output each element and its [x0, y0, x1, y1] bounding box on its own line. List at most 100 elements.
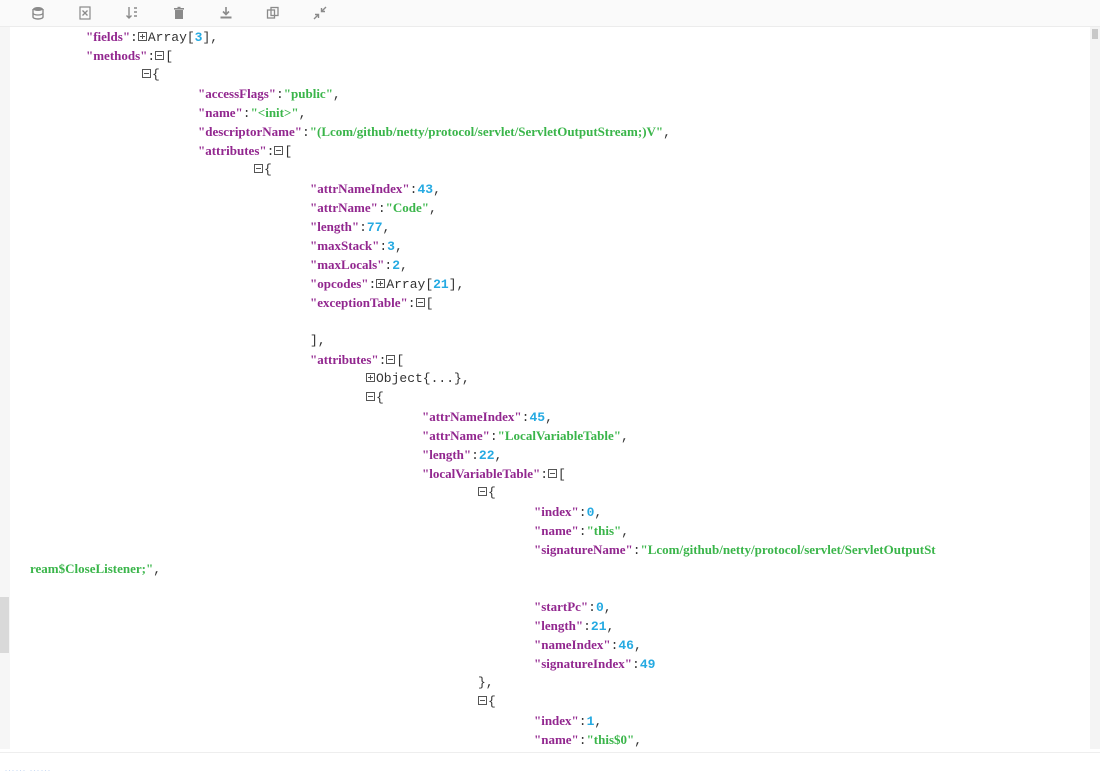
- json-punctuation: :: [578, 714, 587, 729]
- download-icon[interactable]: [217, 4, 235, 22]
- json-punctuation: ,: [603, 600, 612, 615]
- collapse-node-icon[interactable]: [274, 146, 284, 156]
- json-key: "exceptionTable": [310, 295, 408, 310]
- collapse-node-icon[interactable]: [478, 487, 487, 497]
- json-line: "maxLocals":2,: [310, 255, 408, 274]
- collapse-node-icon[interactable]: [142, 69, 151, 79]
- json-punctuation: [: [396, 353, 405, 368]
- expand-icon[interactable]: [366, 373, 375, 383]
- json-number-value: 0: [595, 600, 604, 615]
- json-line: "index":0,: [534, 502, 602, 521]
- toolbar: [0, 0, 1100, 27]
- json-punctuation: Object{...},: [376, 371, 470, 386]
- json-key: "nameIndex": [534, 637, 611, 652]
- json-key: "index": [534, 713, 579, 728]
- json-key: "fields": [86, 29, 131, 44]
- json-line: Object{...},: [366, 369, 470, 388]
- json-punctuation: ],: [310, 333, 326, 348]
- json-punctuation: :: [301, 125, 310, 140]
- json-key: "descriptorName": [198, 124, 302, 139]
- json-number-value: 2: [392, 258, 401, 273]
- excel-icon[interactable]: [76, 4, 94, 22]
- json-punctuation: :: [471, 448, 479, 463]
- json-key: "attrName": [422, 428, 490, 443]
- json-line: {: [366, 388, 384, 407]
- json-punctuation: {: [488, 694, 496, 709]
- scrollbar-thumb[interactable]: [1092, 29, 1098, 39]
- json-number-value: 3: [387, 239, 395, 254]
- collapse-node-icon[interactable]: [254, 164, 263, 174]
- json-punctuation: ,: [433, 182, 441, 197]
- json-line: "signatureIndex":49: [534, 654, 655, 673]
- json-line: "name":"<init>",: [198, 103, 306, 122]
- left-gutter: [0, 27, 10, 749]
- json-punctuation: ,: [606, 619, 615, 634]
- collapse-node-icon[interactable]: [386, 355, 396, 365]
- json-line: "length":22,: [422, 445, 502, 464]
- json-punctuation: ,: [298, 106, 307, 121]
- json-line: "methods": [: [86, 46, 173, 65]
- json-punctuation: ,: [394, 239, 403, 254]
- json-line: "startPc":0,: [534, 597, 612, 616]
- json-punctuation: :: [632, 543, 641, 558]
- json-punctuation: [: [425, 296, 434, 311]
- json-line: "descriptorName":"(Lcom/github/netty/pro…: [198, 122, 671, 141]
- json-key: "name": [198, 105, 243, 120]
- json-key: "startPc": [534, 599, 589, 614]
- json-punctuation: ,: [545, 410, 553, 425]
- json-punctuation: [: [558, 467, 566, 482]
- json-key: "length": [310, 219, 360, 234]
- json-punctuation: :: [489, 429, 498, 444]
- json-number-value: 49: [639, 657, 656, 672]
- json-punctuation: ,: [153, 562, 162, 577]
- expand-icon[interactable]: [137, 32, 147, 42]
- sort-icon[interactable]: [123, 4, 141, 22]
- status-bar: …… ……: [0, 752, 1100, 771]
- json-string-value: "(Lcom/github/netty/protocol/servlet/Ser…: [309, 124, 664, 139]
- trash-icon[interactable]: [170, 4, 188, 22]
- json-line: ream$CloseListener;",: [30, 559, 161, 578]
- json-punctuation: Array[: [147, 30, 195, 45]
- json-key: "localVariableTable": [422, 466, 541, 481]
- json-number-value: 77: [366, 220, 383, 235]
- database-icon[interactable]: [29, 4, 47, 22]
- json-line: {: [478, 483, 496, 502]
- json-string-value: "Code": [385, 200, 429, 215]
- json-string-value: "Lcom/github/netty/protocol/servlet/Serv…: [640, 542, 936, 557]
- collapse-node-icon[interactable]: [478, 696, 487, 706]
- json-punctuation: Array[: [386, 277, 434, 292]
- copy-icon[interactable]: [264, 4, 282, 22]
- collapse-node-icon[interactable]: [366, 392, 375, 402]
- json-punctuation: ,: [382, 220, 391, 235]
- json-number-value: 46: [618, 638, 634, 653]
- json-string-value: "LocalVariableTable": [497, 428, 621, 443]
- json-key: "attrNameIndex": [310, 181, 410, 196]
- collapse-node-icon[interactable]: [548, 469, 558, 479]
- json-line: "localVariableTable": [: [422, 464, 566, 483]
- json-number-value: 21: [590, 619, 607, 634]
- json-punctuation: {: [488, 485, 496, 500]
- gutter-scroll-thumb[interactable]: [0, 597, 9, 653]
- json-punctuation: },: [478, 675, 494, 690]
- vertical-scrollbar[interactable]: [1090, 27, 1100, 749]
- collapse-icon[interactable]: [311, 4, 329, 22]
- json-punctuation: :: [588, 600, 596, 615]
- json-number-value: 22: [478, 448, 495, 463]
- json-line: "fields": Array[3],: [86, 27, 218, 46]
- json-punctuation: ,: [620, 429, 629, 444]
- json-punctuation: ,: [494, 448, 503, 463]
- expand-icon[interactable]: [376, 279, 386, 289]
- json-key: "name": [534, 732, 579, 747]
- collapse-node-icon[interactable]: [415, 298, 425, 308]
- json-line: "name":"this",: [534, 521, 629, 540]
- json-punctuation: [: [165, 49, 174, 64]
- json-punctuation: ,: [400, 258, 408, 273]
- json-line: ],: [310, 331, 326, 350]
- json-key: "accessFlags": [198, 86, 276, 101]
- json-string-value: ream$CloseListener;": [30, 561, 154, 576]
- json-line: "accessFlags":"public",: [198, 84, 341, 103]
- collapse-node-icon[interactable]: [155, 51, 165, 61]
- json-key: "name": [534, 523, 579, 538]
- json-string-value: "this": [586, 523, 622, 538]
- json-punctuation: ,: [594, 714, 603, 729]
